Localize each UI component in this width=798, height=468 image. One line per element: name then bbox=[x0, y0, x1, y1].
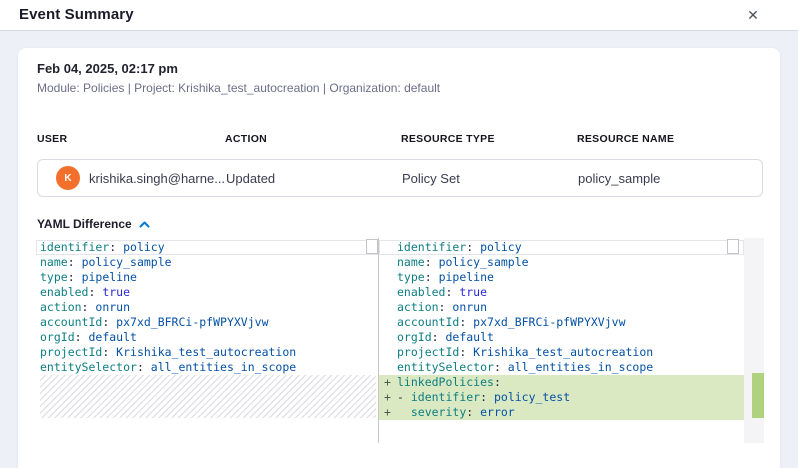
code-line: orgId: default bbox=[379, 330, 744, 345]
diff-pane-original: identifier: policyname: policy_sampletyp… bbox=[36, 238, 378, 468]
diff-pane-modified: identifier: policyname: policy_sampletyp… bbox=[379, 238, 744, 468]
table-row: K krishika.singh@harne... Updated Policy… bbox=[37, 159, 763, 197]
modal-header: Event Summary ✕ bbox=[0, 0, 798, 31]
column-header-resource-type: RESOURCE TYPE bbox=[401, 133, 577, 145]
page-title: Event Summary bbox=[19, 0, 134, 30]
user-cell: K krishika.singh@harne... bbox=[38, 166, 226, 190]
scrollbar-thumb[interactable] bbox=[366, 239, 378, 254]
close-icon: ✕ bbox=[747, 7, 759, 23]
diff-overview-ruler[interactable] bbox=[744, 238, 764, 443]
diff-added-gutter: + bbox=[384, 405, 391, 420]
avatar-letter: K bbox=[64, 173, 71, 184]
code-line: enabled: true bbox=[379, 285, 744, 300]
code-line: enabled: true bbox=[36, 285, 378, 300]
column-header-resource-name: RESOURCE NAME bbox=[577, 133, 763, 145]
diff-original-lines: identifier: policyname: policy_sampletyp… bbox=[36, 240, 378, 375]
event-timestamp: Feb 04, 2025, 02:17 pm bbox=[37, 61, 780, 76]
code-line: entitySelector: all_entities_in_scope bbox=[379, 360, 744, 375]
diff-empty-region bbox=[40, 375, 376, 418]
code-line: orgId: default bbox=[36, 330, 378, 345]
code-line: + severity: error bbox=[379, 405, 744, 420]
chevron-up-icon bbox=[139, 221, 150, 228]
action-cell: Updated bbox=[226, 171, 402, 186]
user-email: krishika.singh@harne... bbox=[89, 171, 225, 186]
code-line: name: policy_sample bbox=[36, 255, 378, 270]
diff-added-gutter: + bbox=[384, 390, 391, 405]
yaml-difference-label: YAML Difference bbox=[37, 217, 132, 231]
code-line: projectId: Krishika_test_autocreation bbox=[36, 345, 378, 360]
code-line: action: onrun bbox=[379, 300, 744, 315]
avatar: K bbox=[56, 166, 80, 190]
code-line: accountId: px7xd_BFRCi-pfWPYXVjvw bbox=[36, 315, 378, 330]
event-meta: Module: Policies | Project: Krishika_tes… bbox=[37, 81, 780, 95]
diff-modified-lines: identifier: policyname: policy_sampletyp… bbox=[379, 240, 744, 420]
diff-added-gutter: + bbox=[384, 375, 391, 390]
diff-added-marker bbox=[752, 373, 764, 418]
yaml-collapse-toggle[interactable] bbox=[139, 221, 150, 228]
page-background: Feb 04, 2025, 02:17 pm Module: Policies … bbox=[0, 31, 798, 446]
code-line: +linkedPolicies: bbox=[379, 375, 744, 390]
column-header-action: ACTION bbox=[225, 133, 401, 145]
code-line: accountId: px7xd_BFRCi-pfWPYXVjvw bbox=[379, 315, 744, 330]
code-line: +- identifier: policy_test bbox=[379, 390, 744, 405]
code-line: type: pipeline bbox=[36, 270, 378, 285]
scrollbar-thumb[interactable] bbox=[727, 239, 739, 254]
resource-name-cell: policy_sample bbox=[578, 171, 762, 186]
code-line: entitySelector: all_entities_in_scope bbox=[36, 360, 378, 375]
event-summary-card: Feb 04, 2025, 02:17 pm Module: Policies … bbox=[18, 48, 780, 468]
yaml-difference-header: YAML Difference bbox=[37, 217, 780, 231]
code-line: action: onrun bbox=[36, 300, 378, 315]
code-line: identifier: policy bbox=[36, 240, 378, 255]
yaml-diff-editor[interactable]: identifier: policyname: policy_sampletyp… bbox=[36, 238, 764, 468]
table-header: USER ACTION RESOURCE TYPE RESOURCE NAME bbox=[37, 133, 763, 145]
resource-type-cell: Policy Set bbox=[402, 171, 578, 186]
code-line: projectId: Krishika_test_autocreation bbox=[379, 345, 744, 360]
close-button[interactable]: ✕ bbox=[741, 3, 765, 27]
column-header-user: USER bbox=[37, 133, 225, 145]
code-line: name: policy_sample bbox=[379, 255, 744, 270]
code-line: type: pipeline bbox=[379, 270, 744, 285]
code-line: identifier: policy bbox=[379, 240, 744, 255]
